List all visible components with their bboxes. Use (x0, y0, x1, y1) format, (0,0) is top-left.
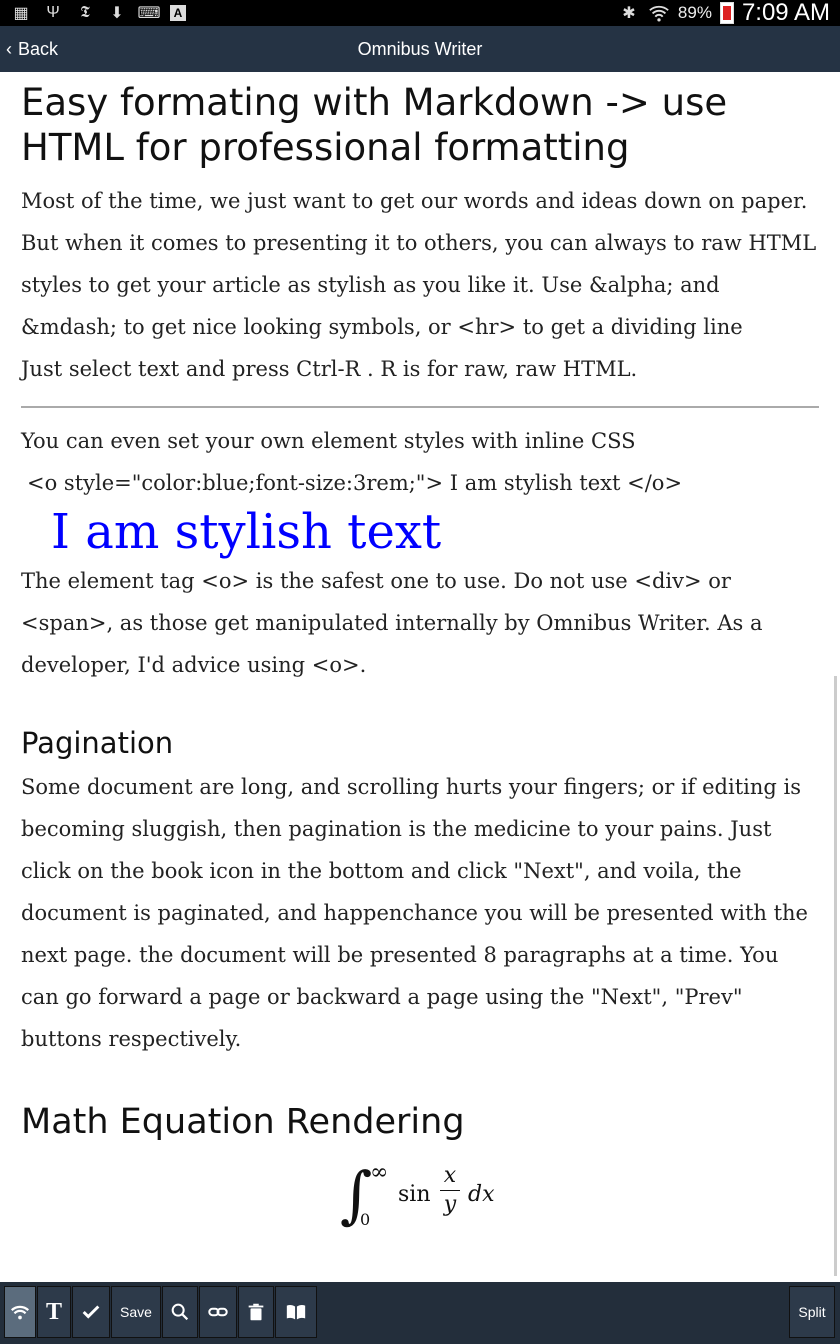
wifi-icon (648, 2, 670, 24)
system-status: ✱ 89% 7:09 AM (618, 0, 830, 26)
document-editor[interactable]: Easy formating with Markdown -> use HTML… (21, 72, 821, 1142)
integral-upper-limit: ∞ (370, 1160, 389, 1185)
sd-card-icon: ▦ (13, 5, 29, 22)
paragraph-code-example: <o style="color:blue;font-size:3rem;"> I… (27, 471, 683, 495)
fraction-denominator: y (443, 1192, 457, 1217)
a-icon: A (170, 5, 186, 21)
battery-percent: 89% (677, 3, 712, 22)
paragraph-element-tag: The element tag <o> is the safest one to… (21, 569, 763, 677)
text-format-icon: T (45, 1298, 62, 1325)
stylish-text-demo: I am stylish text (51, 504, 442, 560)
status-bar: ▦ Ψ 𝕿 ⬇ ⌨ A ✱ 89% 7:09 AM (0, 0, 840, 26)
fraction-bar (440, 1190, 460, 1191)
notification-icons: ▦ Ψ 𝕿 ⬇ ⌨ A (10, 2, 186, 24)
fraction-numerator: x (443, 1163, 457, 1188)
usb-icon: Ψ (46, 4, 60, 21)
paragraph-pagination: Some document are long, and scrolling hu… (21, 775, 808, 1051)
search-icon (171, 1303, 189, 1321)
text-format-button[interactable]: T (37, 1286, 71, 1338)
wifi-sync-button[interactable] (4, 1286, 36, 1338)
download-icon: ⬇ (110, 5, 124, 22)
delete-button[interactable] (238, 1286, 274, 1338)
link-icon (208, 1307, 228, 1317)
trash-icon (248, 1303, 264, 1321)
link-button[interactable] (199, 1286, 237, 1338)
back-button[interactable]: ‹ Back (6, 26, 58, 72)
book-pagination-button[interactable] (275, 1286, 317, 1338)
checkmark-icon (82, 1305, 100, 1319)
heading-pagination: Pagination (21, 726, 174, 760)
chevron-left-icon: ‹ (6, 38, 12, 59)
screen-title: Omnibus Writer (357, 39, 483, 59)
clock: 7:09 AM (741, 0, 830, 26)
horizontal-rule (21, 406, 819, 408)
paragraph-ctrl-r: Just select text and press Ctrl-R . R is… (21, 357, 638, 381)
heading-math: Math Equation Rendering (21, 1102, 465, 1142)
split-button[interactable]: Split (789, 1286, 835, 1338)
integral-lower-limit: 0 (360, 1210, 371, 1229)
news-icon: 𝕿 (80, 4, 90, 21)
heading-markdown: Easy formating with Markdown -> use HTML… (21, 81, 728, 169)
checkmark-button[interactable] (72, 1286, 110, 1338)
search-button[interactable] (162, 1286, 198, 1338)
sin-function: sin (398, 1182, 431, 1207)
back-label: Back (18, 38, 59, 59)
scrollbar[interactable] (834, 676, 837, 1276)
math-equation: ∫ ∞ 0 sin x y dx (340, 1160, 520, 1240)
action-bar: ‹ Back Omnibus Writer (0, 26, 840, 72)
paragraph-intro: Most of the time, we just want to get ou… (21, 189, 817, 339)
bluetooth-icon: ✱ (622, 5, 636, 22)
keyboard-icon: ⌨ (137, 5, 161, 22)
bottom-toolbar: T Save Split (0, 1282, 840, 1344)
book-icon (286, 1304, 306, 1320)
battery-icon (719, 2, 734, 24)
wifi-icon (10, 1305, 30, 1320)
paragraph-inline-css: You can even set your own element styles… (21, 429, 636, 453)
fraction: x y (440, 1164, 460, 1217)
save-button[interactable]: Save (111, 1286, 161, 1338)
differential: dx (468, 1182, 495, 1207)
